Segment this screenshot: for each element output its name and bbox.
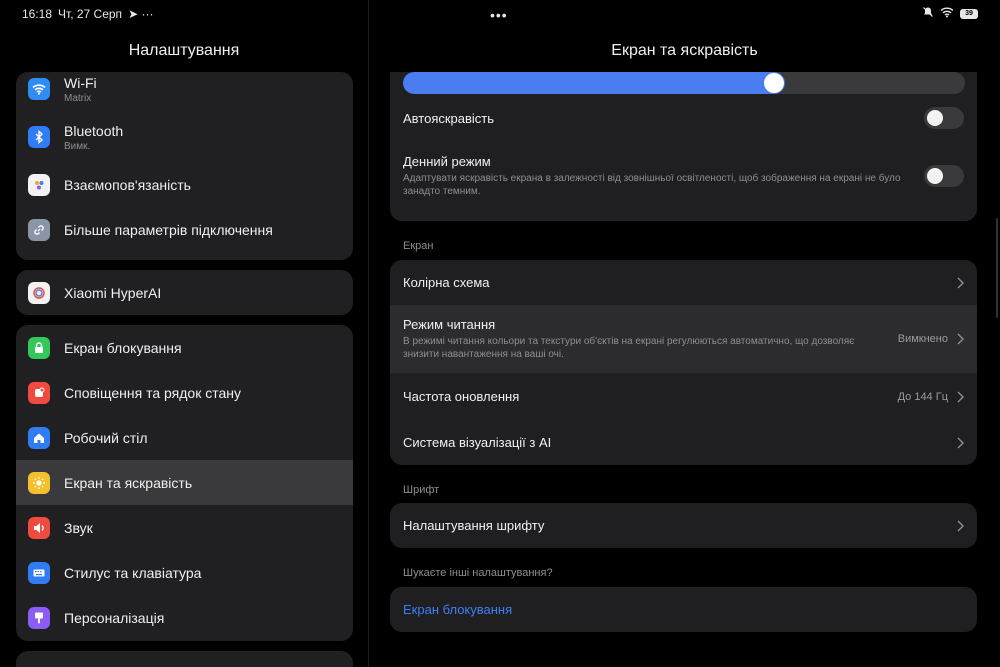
ai-visual-row[interactable]: Система візуалізації з AI	[390, 420, 977, 465]
refresh-rate-label: Частота оновлення	[403, 389, 520, 404]
chevron-right-icon	[957, 277, 964, 288]
sidebar-item-stylus-keyboard[interactable]: Стилус та клавіатура	[16, 550, 353, 595]
sidebar-item-label: Екран блокування	[64, 339, 182, 356]
speaker-icon	[28, 516, 50, 539]
sidebar-item-more-connections[interactable]: Більше параметрів підключення	[16, 207, 353, 252]
sidebar-item-wifi[interactable]: Wi-Fi Matrix	[16, 72, 353, 112]
hyperai-icon	[28, 281, 50, 304]
sidebar-item-label: Екран та яскравість	[64, 474, 193, 491]
hyperai-group: Xiaomi HyperAI	[16, 270, 353, 315]
screen-card: Колірна схема Режим читання В режимі чит…	[390, 260, 977, 465]
sidebar-item-personalization[interactable]: Персоналізація	[16, 595, 353, 640]
lock-screen-link-label: Екран блокування	[403, 602, 513, 617]
brush-icon	[28, 606, 50, 629]
sidebar-item-label: Персоналізація	[64, 609, 165, 626]
sidebar-item-label: Bluetooth	[64, 122, 124, 139]
refresh-rate-row[interactable]: Частота оновлення До 144 Гц	[390, 373, 977, 420]
section-screen-label: Екран	[403, 240, 434, 252]
sidebar-item-home-screen[interactable]: Робочий стіл	[16, 415, 353, 460]
font-settings-label: Налаштування шрифту	[403, 518, 545, 533]
sidebar-item-label: Робочий стіл	[64, 429, 148, 446]
more-card: Екран блокування	[390, 587, 977, 632]
brightness-card: Автояскравість Денний режим Адаптувати я…	[390, 72, 977, 221]
section-font-label: Шрифт	[403, 484, 440, 496]
sidebar-item-notifications[interactable]: Сповіщення та рядок стану	[16, 370, 353, 415]
color-scheme-label: Колірна схема	[403, 275, 490, 290]
status-bar: 16:18 Чт, 27 Серп ➤ ··· ••• 39	[0, 0, 1000, 28]
sun-icon	[28, 471, 50, 494]
settings-sidebar: Налаштування Wi-Fi Matrix Bluetooth Вимк. …	[0, 28, 368, 667]
sidebar-item-label: Wi-Fi	[64, 74, 97, 91]
page-title: Екран та яскравість	[611, 42, 758, 59]
sidebar-item-label: Звук	[64, 519, 93, 536]
day-mode-row[interactable]: Денний режим Адаптувати яскравість екран…	[390, 142, 977, 210]
sidebar-item-sub: Вимк.	[64, 140, 91, 152]
day-mode-toggle[interactable]	[924, 165, 964, 187]
connectivity-group: Wi-Fi Matrix Bluetooth Вимк. Взаємопов'яза…	[16, 72, 353, 260]
sidebar-title: Налаштування	[128, 42, 240, 59]
sidebar-item-label: Взаємопов'язаність	[64, 176, 191, 193]
color-scheme-row[interactable]: Колірна схема	[390, 260, 977, 305]
auto-brightness-row[interactable]: Автояскравість	[390, 94, 977, 142]
section-more-label: Шукаєте інші налаштування?	[403, 567, 553, 579]
refresh-rate-value: До 144 Гц	[897, 390, 948, 403]
scrollbar[interactable]	[996, 218, 998, 318]
brightness-slider-fill	[403, 72, 786, 94]
auto-brightness-label: Автояскравість	[403, 110, 495, 126]
font-settings-row[interactable]: Налаштування шрифту	[390, 503, 977, 548]
sidebar-item-sound[interactable]: Звук	[16, 505, 353, 550]
reading-mode-label: Режим читання	[403, 317, 496, 332]
status-extra: ➤ ···	[128, 7, 154, 21]
next-group	[16, 651, 353, 667]
status-time: 16:18	[22, 7, 53, 21]
device-group: Екран блокування Сповіщення та рядок ста…	[16, 325, 353, 641]
sidebar-item-bluetooth[interactable]: Bluetooth Вимк.	[16, 112, 353, 162]
day-mode-desc: Адаптувати яскравість екрана в залежност…	[403, 173, 901, 197]
status-date: Чт, 27 Серп	[58, 7, 123, 21]
keyboard-icon	[28, 561, 50, 584]
connectivity-icon	[28, 173, 50, 196]
sidebar-item-display[interactable]: Екран та яскравість	[16, 460, 353, 505]
sidebar-item-sub: Matrix	[64, 92, 92, 104]
brightness-slider[interactable]	[403, 72, 965, 94]
reading-mode-row[interactable]: Режим читання В режимі читання кольори т…	[390, 305, 977, 373]
bluetooth-icon	[28, 126, 50, 148]
link-icon	[28, 218, 50, 241]
lock-icon	[28, 336, 50, 359]
reading-mode-desc: В режимі читання кольори та текстури об'…	[403, 336, 855, 360]
wifi-icon	[28, 78, 50, 100]
ai-visual-label: Система візуалізації з AI	[403, 435, 552, 450]
lock-screen-link[interactable]: Екран блокування	[390, 587, 977, 632]
sidebar-item-label: Більше параметрів підключення	[64, 221, 273, 238]
auto-brightness-toggle[interactable]	[924, 107, 964, 129]
multitask-dots[interactable]: •••	[490, 7, 508, 23]
notification-icon	[28, 381, 50, 404]
sidebar-item-label: Стилус та клавіатура	[64, 564, 202, 581]
sidebar-item-hyperai[interactable]: Xiaomi HyperAI	[16, 270, 353, 315]
chevron-right-icon	[957, 391, 964, 402]
reading-mode-value: Вимкнено	[897, 333, 948, 345]
mute-icon	[922, 6, 934, 21]
font-card: Налаштування шрифту	[390, 503, 977, 548]
sidebar-item-label: Сповіщення та рядок стану	[64, 384, 241, 401]
display-settings-pane: Екран та яскравість Автояскравість Денни…	[369, 28, 1000, 667]
home-icon	[28, 426, 50, 449]
sidebar-item-interconnectivity[interactable]: Взаємопов'язаність	[16, 162, 353, 207]
battery-icon: 39	[960, 8, 978, 19]
sidebar-item-lock-screen[interactable]: Екран блокування	[16, 325, 353, 370]
day-mode-label: Денний режим	[403, 154, 491, 169]
chevron-right-icon	[957, 437, 964, 448]
chevron-right-icon	[957, 333, 964, 345]
sidebar-item-label: Xiaomi HyperAI	[64, 284, 162, 301]
chevron-right-icon	[957, 520, 964, 531]
wifi-status-icon	[940, 6, 954, 21]
